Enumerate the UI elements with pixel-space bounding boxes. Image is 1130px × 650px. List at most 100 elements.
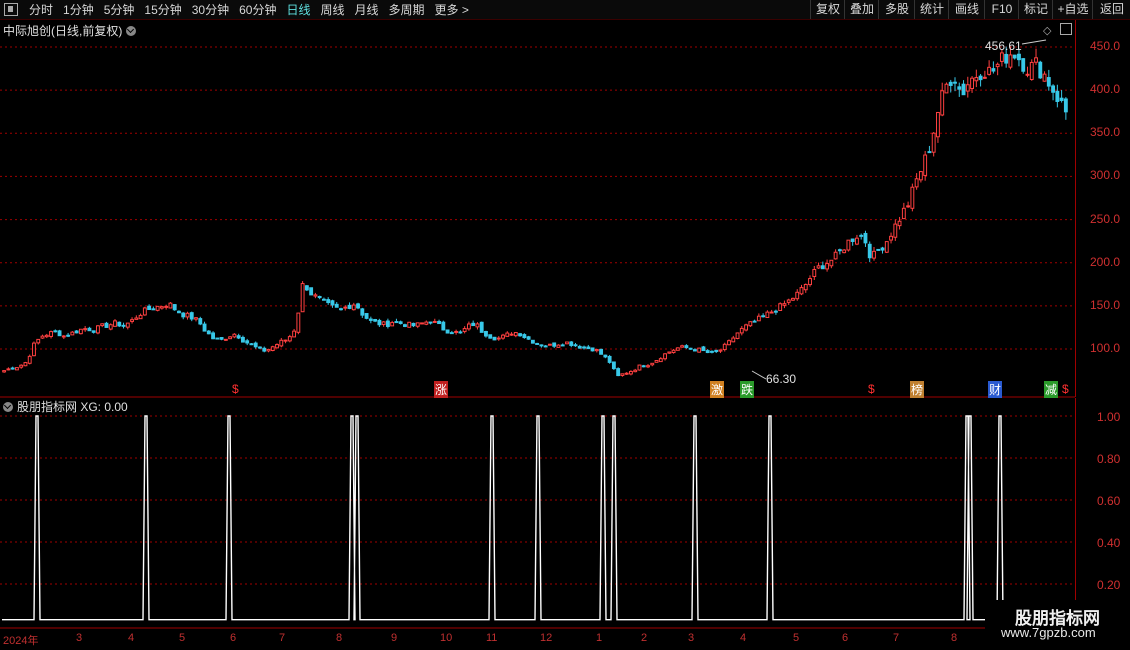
candle-body bbox=[492, 336, 497, 341]
candle-body bbox=[334, 303, 339, 308]
candle-body bbox=[953, 81, 957, 84]
candle-body bbox=[356, 303, 360, 309]
panel-toggle-icon[interactable] bbox=[1060, 23, 1072, 35]
candle-body bbox=[739, 327, 744, 334]
candle-body bbox=[377, 319, 382, 326]
event-marker[interactable]: 榜 bbox=[910, 381, 925, 398]
event-marker[interactable]: 涨 bbox=[434, 381, 449, 398]
diamond-icon[interactable]: ◇ bbox=[1043, 24, 1051, 37]
candle-body bbox=[556, 344, 561, 348]
x-label: 2 bbox=[641, 632, 648, 644]
candle-body bbox=[53, 330, 58, 333]
candle-body bbox=[91, 330, 96, 333]
candle-body bbox=[104, 322, 109, 328]
event-marker[interactable]: $ bbox=[868, 382, 875, 396]
candle-body bbox=[543, 345, 548, 348]
candle-body bbox=[484, 330, 488, 337]
candle-body bbox=[471, 322, 476, 327]
candle-body bbox=[701, 346, 706, 352]
candle-body bbox=[113, 320, 117, 327]
candle-body bbox=[313, 294, 318, 297]
candle-body bbox=[458, 331, 463, 334]
candle-body bbox=[1017, 53, 1021, 61]
x-label: 5 bbox=[179, 632, 186, 644]
event-marker[interactable]: $ bbox=[232, 382, 239, 396]
candle-body bbox=[769, 311, 774, 314]
candle-body bbox=[837, 249, 842, 252]
candle-body bbox=[134, 317, 139, 320]
candle-body bbox=[620, 373, 625, 376]
candle-body bbox=[1012, 54, 1017, 59]
candle-body bbox=[1042, 73, 1047, 82]
candle-body bbox=[829, 259, 834, 267]
high-pointer bbox=[1021, 39, 1047, 45]
event-marker[interactable]: 激 bbox=[710, 381, 725, 398]
candle-body bbox=[2, 370, 7, 373]
candle-body bbox=[415, 322, 420, 327]
candle-body bbox=[965, 84, 970, 92]
candle-body bbox=[650, 362, 655, 366]
candle-body bbox=[855, 237, 859, 245]
candle-body bbox=[914, 178, 919, 188]
candle-body bbox=[505, 332, 510, 337]
candle-body bbox=[437, 320, 441, 325]
candle-body bbox=[155, 305, 160, 311]
candle-body bbox=[1029, 61, 1034, 80]
candle-body bbox=[731, 337, 736, 343]
candle-body bbox=[1021, 58, 1026, 72]
candle-body bbox=[812, 268, 817, 277]
candle-body bbox=[364, 313, 369, 319]
candle-body bbox=[629, 370, 633, 375]
candle-body bbox=[168, 302, 173, 309]
candle-body bbox=[270, 346, 275, 352]
candle-body bbox=[66, 334, 71, 337]
x-label: 8 bbox=[951, 632, 958, 644]
candle-body bbox=[509, 333, 514, 336]
event-marker[interactable]: 跌 bbox=[740, 381, 755, 398]
kline-chart[interactable] bbox=[0, 0, 1130, 650]
event-marker[interactable]: $ bbox=[1062, 382, 1069, 396]
candle-body bbox=[420, 322, 424, 325]
candle-body bbox=[744, 324, 748, 331]
candle-body bbox=[138, 314, 143, 320]
candle-body bbox=[198, 318, 203, 325]
candle-body bbox=[398, 321, 403, 325]
candle-body bbox=[258, 346, 262, 349]
candle-body bbox=[778, 303, 783, 311]
x-label: 3 bbox=[76, 632, 83, 644]
candle-body bbox=[381, 321, 386, 326]
candle-body bbox=[816, 265, 821, 269]
candle-body bbox=[445, 329, 450, 334]
candle-body bbox=[688, 347, 693, 350]
candle-body bbox=[317, 295, 322, 299]
candle-body bbox=[987, 66, 992, 75]
candle-body bbox=[995, 63, 1000, 68]
candle-body bbox=[991, 68, 996, 72]
candle-body bbox=[6, 368, 11, 371]
candle-body bbox=[228, 336, 233, 340]
candle-body bbox=[842, 249, 847, 254]
candle-body bbox=[441, 321, 446, 331]
candle-body bbox=[897, 220, 902, 227]
candle-body bbox=[394, 321, 399, 324]
candle-body bbox=[782, 303, 787, 306]
x-label: 11 bbox=[486, 632, 498, 644]
candle-body bbox=[78, 328, 83, 335]
candle-body bbox=[245, 340, 250, 344]
candle-body bbox=[23, 362, 28, 367]
candle-body bbox=[654, 360, 659, 363]
candle-body bbox=[722, 343, 727, 351]
event-marker[interactable]: 减 bbox=[1044, 381, 1059, 398]
candle-body bbox=[910, 186, 915, 209]
candle-body bbox=[475, 323, 480, 328]
xg-signal-line bbox=[2, 415, 1004, 621]
event-marker[interactable]: 财 bbox=[988, 381, 1003, 398]
candle-body bbox=[637, 364, 642, 371]
candle-body bbox=[948, 81, 953, 86]
candle-body bbox=[240, 336, 245, 343]
candle-body bbox=[411, 322, 416, 327]
candle-body bbox=[287, 336, 292, 342]
x-label: 5 bbox=[793, 632, 800, 644]
candle-body bbox=[121, 324, 126, 327]
candle-body bbox=[262, 347, 267, 352]
